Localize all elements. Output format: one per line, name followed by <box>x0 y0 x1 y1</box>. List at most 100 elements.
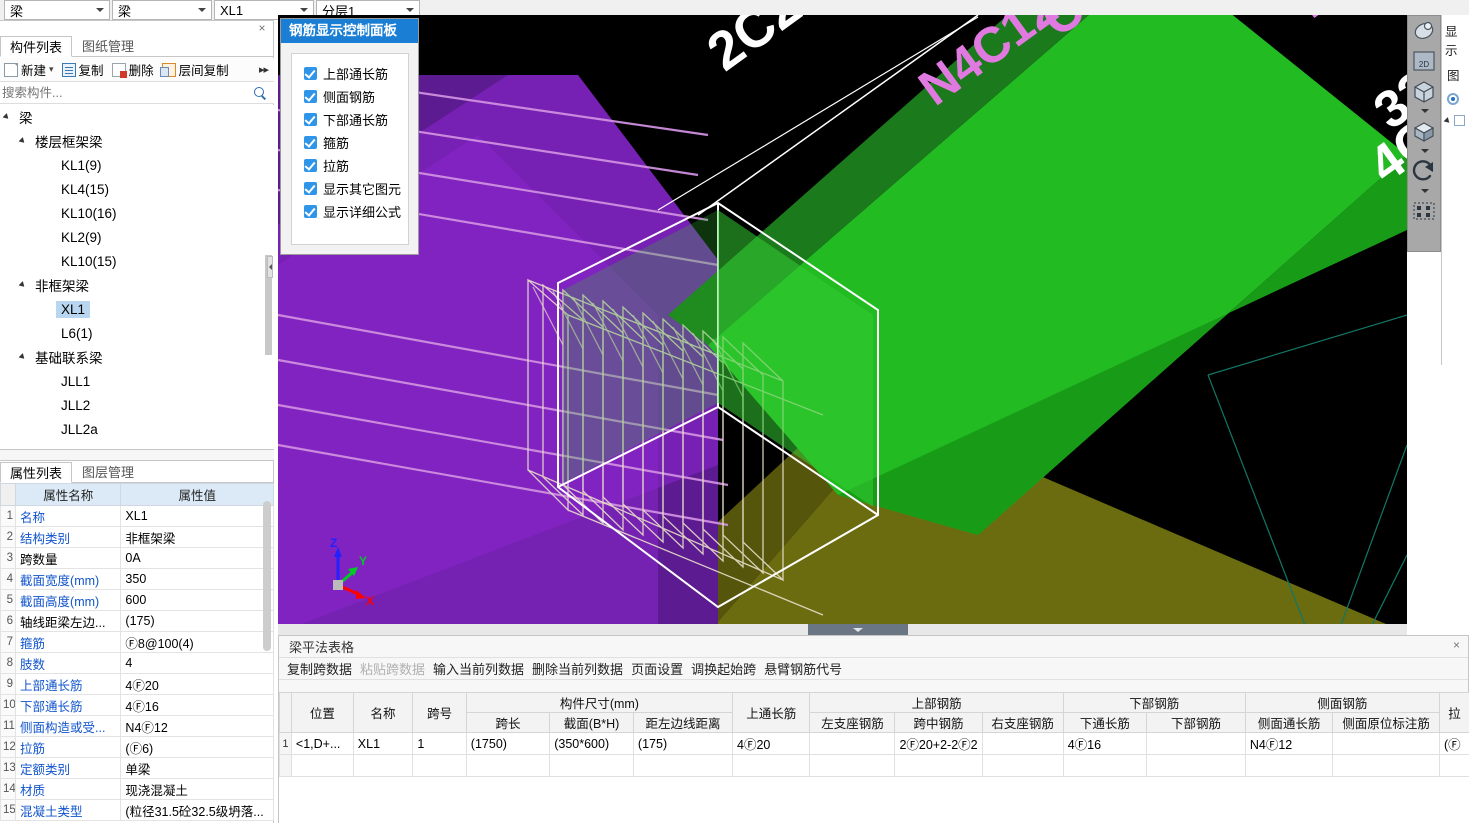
delete-button[interactable]: 删除 <box>108 59 158 81</box>
checkbox-checked-icon[interactable] <box>304 205 317 218</box>
property-value-cell[interactable]: 0A <box>120 547 274 569</box>
property-value-cell[interactable]: (粒径31.5砼32.5级坍落... <box>120 799 274 821</box>
search-input[interactable] <box>0 84 253 101</box>
tree-item-KL1015[interactable]: KL10(15) <box>0 249 274 273</box>
checkbox-checked-icon[interactable] <box>304 113 317 126</box>
beam-empty-cell-7[interactable] <box>809 754 896 777</box>
beam-cell-7[interactable] <box>809 732 896 755</box>
beam-cell-14[interactable]: (Ⓕ <box>1438 732 1469 755</box>
beam-cell-3[interactable]: (1750) <box>465 732 551 755</box>
beam-empty-cell-1[interactable] <box>352 754 414 777</box>
tree-item-XL1[interactable]: XL1 <box>0 297 274 321</box>
beam-cell-4[interactable]: (350*600) <box>549 732 634 755</box>
expand-triangle-icon[interactable] <box>18 345 30 369</box>
property-row[interactable]: 13 定额类别 单梁 <box>0 757 274 779</box>
orbit-icon[interactable] <box>1408 16 1440 46</box>
beam-toolbar-5[interactable]: 调换起始跨 <box>687 659 760 678</box>
property-value-cell[interactable]: Ⓕ8@100(4) <box>120 631 274 653</box>
beam-toolbar-0[interactable]: 复制跨数据 <box>283 659 356 678</box>
layer-copy-button[interactable]: 层间复制 <box>158 59 233 81</box>
beam-empty-cell-4[interactable] <box>549 754 634 777</box>
rebar-option-row[interactable]: 显示其它图元 <box>304 177 408 200</box>
tree-collapse-handle[interactable] <box>267 256 273 278</box>
beam-cell-0[interactable]: <1,D+... <box>290 732 354 755</box>
beam-empty-cell-14[interactable] <box>1438 754 1469 777</box>
checkbox-checked-icon[interactable] <box>304 136 317 149</box>
property-row[interactable]: 9 上部通长筋 4Ⓕ20 <box>0 673 274 695</box>
3d-viewport[interactable]: 2C20+2-2C20 N4C12 C8@100(4) [2237] 33 4C… <box>278 15 1407 633</box>
beam-toolbar-4[interactable]: 页面设置 <box>627 659 687 678</box>
rebar-option-row[interactable]: 箍筋 <box>304 131 408 154</box>
rotate-dropdown-icon[interactable] <box>1408 186 1440 196</box>
new-button[interactable]: 新建 ▾ <box>0 59 58 81</box>
beam-cell-10[interactable]: 4Ⓕ16 <box>1062 732 1148 755</box>
beam-empty-cell-8[interactable] <box>894 754 983 777</box>
tree-item-JLL2[interactable]: JLL2 <box>0 393 274 417</box>
grid-select-icon[interactable] <box>1408 196 1440 226</box>
property-row[interactable]: 12 拉筋 (Ⓕ6) <box>0 736 274 758</box>
beam-table-empty-row[interactable] <box>279 754 1469 777</box>
subcategory-combo[interactable]: 梁 <box>112 0 212 20</box>
beam-cell-1[interactable]: XL1 <box>352 732 414 755</box>
property-value-cell[interactable]: 非框架梁 <box>120 526 274 548</box>
beam-toolbar-3[interactable]: 删除当前列数据 <box>528 659 627 678</box>
tree-item-基础联系梁[interactable]: 基础联系梁 <box>0 345 274 369</box>
property-row[interactable]: 4 截面宽度(mm) 350 <box>0 568 274 590</box>
beam-toolbar-6[interactable]: 悬臂钢筋代号 <box>760 659 846 678</box>
tree-item-非框架梁[interactable]: 非框架梁 <box>0 273 274 297</box>
checkbox-checked-icon[interactable] <box>304 182 317 195</box>
checkbox-checked-icon[interactable] <box>304 67 317 80</box>
beam-empty-cell-2[interactable] <box>412 754 467 777</box>
view-2d-icon[interactable]: 2D <box>1408 46 1440 76</box>
beam-cell-12[interactable]: N4Ⓕ12 <box>1244 732 1334 755</box>
property-value-cell[interactable]: N4Ⓕ12 <box>120 715 274 737</box>
property-row[interactable]: 1 名称 XL1 <box>0 505 274 527</box>
beam-cell-8[interactable]: 2Ⓕ20+2-2Ⓕ2 <box>894 732 983 755</box>
property-row[interactable]: 5 截面高度(mm) 600 <box>0 589 274 611</box>
beam-cell-13[interactable] <box>1332 732 1440 755</box>
search-icon[interactable] <box>253 86 267 100</box>
beam-cell-5[interactable]: (175) <box>632 732 734 755</box>
beam-empty-cell-9[interactable] <box>981 754 1064 777</box>
box-wire-dropdown-icon[interactable] <box>1408 106 1440 116</box>
property-row[interactable]: 3 跨数量 0A <box>0 547 274 569</box>
overflow-chevron-icon[interactable]: ▸▸ <box>259 63 269 76</box>
beam-empty-cell-0[interactable] <box>290 754 354 777</box>
tree-item-KL1016[interactable]: KL10(16) <box>0 201 274 225</box>
rebar-option-row[interactable]: 上部通长筋 <box>304 62 408 85</box>
expand-triangle-icon[interactable] <box>18 129 30 153</box>
property-value-cell[interactable]: 单梁 <box>120 757 274 779</box>
tab-property-list[interactable]: 属性列表 <box>0 462 73 483</box>
tree-item-JLL1[interactable]: JLL1 <box>0 369 274 393</box>
checkbox-checked-icon[interactable] <box>304 90 317 103</box>
display-panel-tab[interactable]: 图 <box>1442 59 1469 87</box>
property-value-cell[interactable]: 350 <box>120 568 274 590</box>
display-tree-row-1[interactable] <box>1443 115 1469 126</box>
property-value-cell[interactable]: 4Ⓕ20 <box>120 673 274 695</box>
tree-item-KL19[interactable]: KL1(9) <box>0 153 274 177</box>
close-icon[interactable]: × <box>1453 639 1460 651</box>
expand-triangle-icon[interactable] <box>2 105 14 129</box>
property-row[interactable]: 7 箍筋 Ⓕ8@100(4) <box>0 631 274 653</box>
property-value-cell[interactable]: 4 <box>120 652 274 674</box>
beam-empty-cell-6[interactable] <box>731 754 811 777</box>
beam-toolbar-2[interactable]: 输入当前列数据 <box>429 659 528 678</box>
expand-triangle-icon[interactable] <box>18 273 30 297</box>
property-row[interactable]: 8 肢数 4 <box>0 652 274 674</box>
rebar-option-row[interactable]: 侧面钢筋 <box>304 85 408 108</box>
beam-empty-cell-3[interactable] <box>465 754 551 777</box>
property-row[interactable]: 15 混凝土类型 (粒径31.5砼32.5级坍落... <box>0 799 274 821</box>
property-row[interactable]: 11 侧面构造或受... N4Ⓕ12 <box>0 715 274 737</box>
copy-button[interactable]: 复制 <box>58 59 108 81</box>
beam-cell-2[interactable]: 1 <box>412 732 467 755</box>
beam-empty-cell-12[interactable] <box>1244 754 1334 777</box>
beam-empty-cell-13[interactable] <box>1332 754 1440 777</box>
tree-item-JLL2a[interactable]: JLL2a <box>0 417 274 441</box>
property-row[interactable]: 6 轴线距梁左边... (175) <box>0 610 274 632</box>
beam-cell-6[interactable]: 4Ⓕ20 <box>731 732 811 755</box>
tab-layer-manage[interactable]: 图层管理 <box>72 461 144 482</box>
box-wire-icon[interactable] <box>1408 76 1440 106</box>
checkbox-icon[interactable] <box>1454 115 1465 126</box>
viewport-horizontal-scrollbar[interactable] <box>278 624 1407 635</box>
beam-empty-cell-10[interactable] <box>1062 754 1148 777</box>
